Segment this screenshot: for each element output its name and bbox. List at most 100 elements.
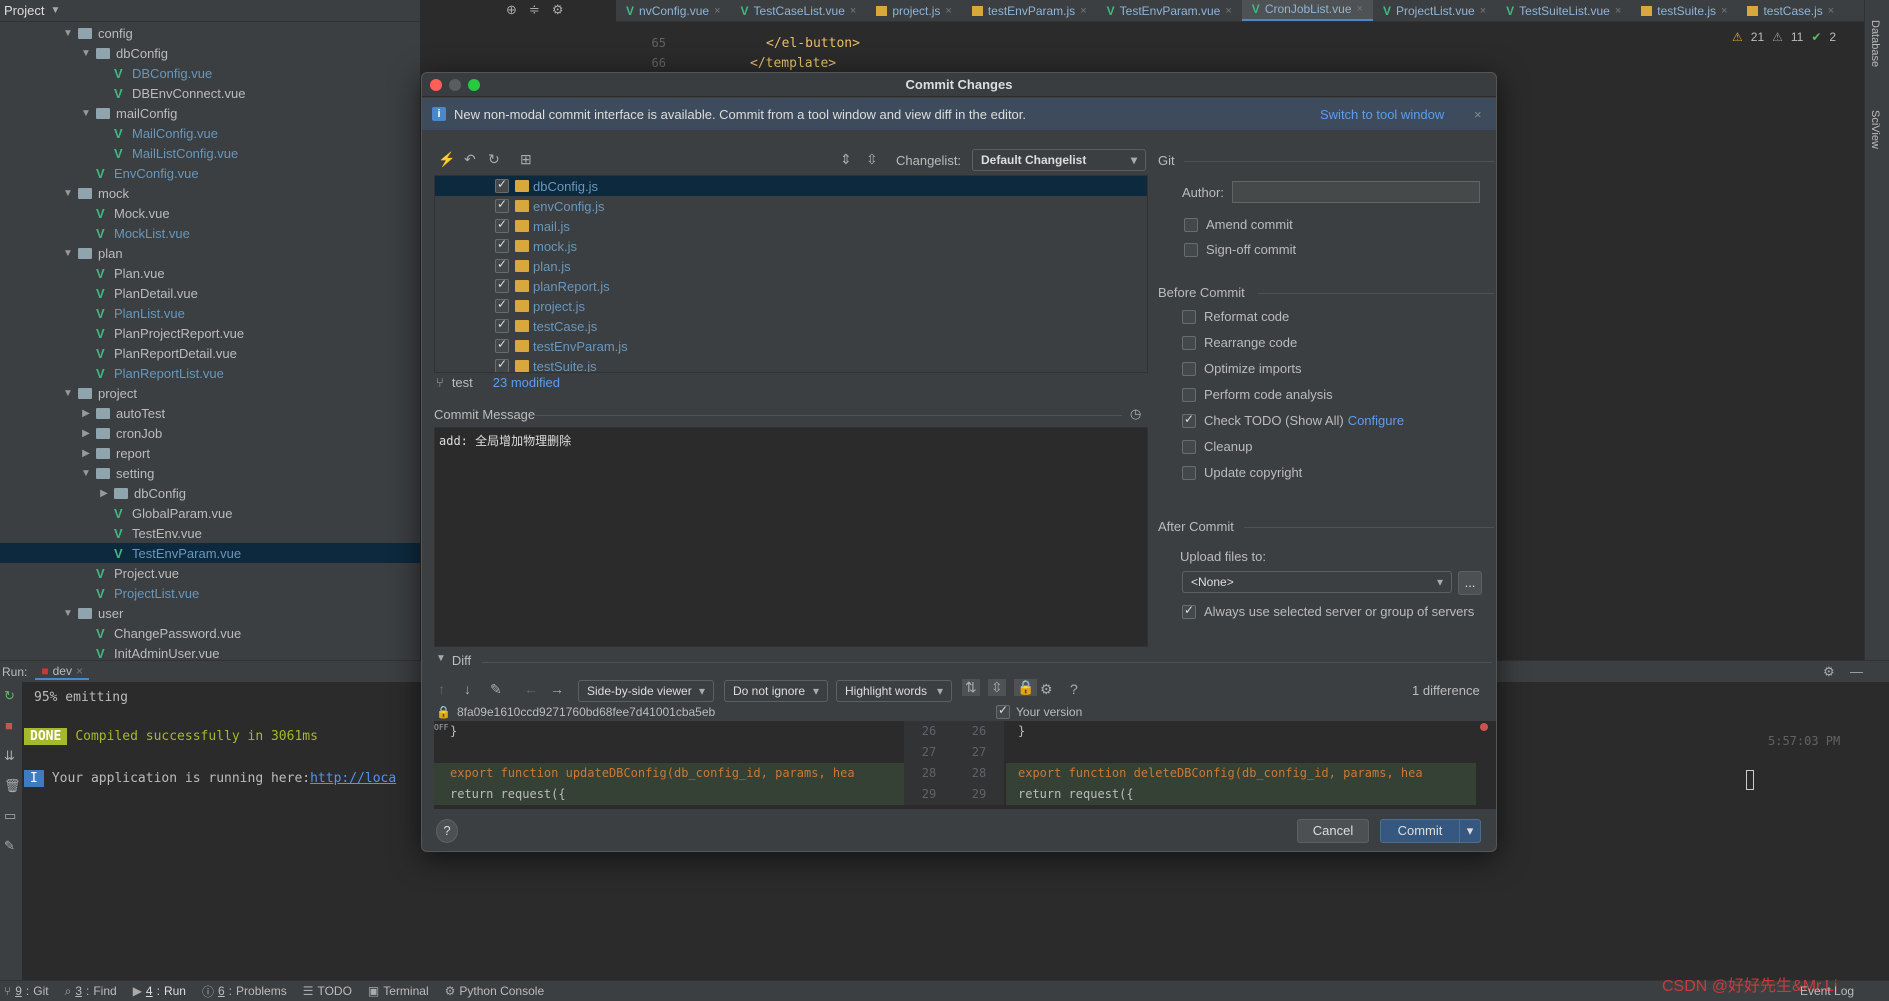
- close-icon[interactable]: ×: [714, 5, 720, 17]
- locate-icon[interactable]: ⊕: [506, 2, 517, 20]
- configure-link[interactable]: Configure: [1348, 413, 1404, 428]
- console-link[interactable]: http://loca: [310, 771, 396, 786]
- chevron-down-icon[interactable]: ▼: [62, 248, 74, 259]
- before-commit-option[interactable]: Cleanup: [1182, 439, 1252, 454]
- tree-item[interactable]: ▼ mailConfig: [0, 103, 420, 123]
- database-tool-button[interactable]: Database: [1869, 20, 1881, 67]
- chevron-right-icon[interactable]: ▶: [80, 428, 92, 439]
- lock-icon[interactable]: 🔒: [1014, 679, 1038, 696]
- checkbox[interactable]: [996, 703, 1010, 719]
- before-commit-option[interactable]: Perform code analysis: [1182, 387, 1333, 402]
- close-icon[interactable]: ×: [1828, 5, 1834, 17]
- arrow-down-icon[interactable]: ↓: [464, 681, 471, 697]
- before-commit-option[interactable]: Reformat code: [1182, 309, 1289, 324]
- close-icon[interactable]: ×: [1615, 5, 1621, 17]
- checkbox[interactable]: [1182, 309, 1196, 324]
- editor-tab[interactable]: V CronJobList.vue ×: [1241, 0, 1373, 21]
- changelist-select[interactable]: Default Changelist: [972, 149, 1146, 171]
- project-panel-header[interactable]: Project ▼: [0, 0, 420, 22]
- tool-window-button[interactable]: ▣ Terminal: [368, 984, 429, 998]
- tree-item[interactable]: V TestEnvParam.vue: [0, 543, 420, 563]
- checkbox[interactable]: [495, 237, 509, 253]
- checkbox[interactable]: [495, 277, 509, 293]
- changed-file-row[interactable]: testCase.js: [435, 316, 1147, 336]
- tree-item[interactable]: ▶ autoTest: [0, 403, 420, 423]
- chevron-down-icon[interactable]: ▼: [62, 188, 74, 199]
- chevron-right-icon[interactable]: ▶: [80, 408, 92, 419]
- checkbox[interactable]: [1182, 335, 1196, 350]
- upload-server-select[interactable]: <None>: [1182, 571, 1452, 593]
- checkbox[interactable]: [1182, 387, 1196, 402]
- checkbox[interactable]: [495, 317, 509, 333]
- changed-file-row[interactable]: mock.js: [435, 236, 1147, 256]
- editor-tab[interactable]: testEnvParam.js ×: [962, 0, 1097, 21]
- tree-item[interactable]: V DBConfig.vue: [0, 63, 420, 83]
- inspection-widget[interactable]: ⚠ 21 ⚠ 11 ✔ 2: [1732, 30, 1836, 44]
- editor-tab[interactable]: V ProjectList.vue ×: [1373, 0, 1496, 21]
- tree-item[interactable]: V Plan.vue: [0, 263, 420, 283]
- cancel-button[interactable]: Cancel: [1297, 819, 1369, 843]
- minimize-icon[interactable]: —: [1850, 664, 1863, 679]
- diff-icon[interactable]: ⚡: [438, 151, 455, 168]
- layout-icon[interactable]: ▭: [4, 808, 16, 824]
- error-icon[interactable]: [1480, 723, 1488, 731]
- scroll-icon[interactable]: ⇊: [4, 748, 15, 764]
- sync-scroll-icon[interactable]: ⇅: [962, 679, 980, 696]
- tree-item[interactable]: ▼ dbConfig: [0, 43, 420, 63]
- zoom-window-button[interactable]: [468, 79, 480, 91]
- edit-icon[interactable]: ✎: [490, 681, 502, 698]
- checkbox[interactable]: [495, 177, 509, 193]
- stop-icon[interactable]: ■: [5, 718, 13, 733]
- chevron-down-icon[interactable]: ▼: [80, 48, 92, 59]
- close-icon[interactable]: ×: [1357, 3, 1363, 15]
- chevron-right-icon[interactable]: ▶: [80, 448, 92, 459]
- delete-icon[interactable]: 🗑: [4, 778, 21, 794]
- tree-item[interactable]: V PlanReportList.vue: [0, 363, 420, 383]
- tree-item[interactable]: V GlobalParam.vue: [0, 503, 420, 523]
- changed-file-row[interactable]: plan.js: [435, 256, 1147, 276]
- tree-item[interactable]: ▼ project: [0, 383, 420, 403]
- close-icon[interactable]: ×: [945, 5, 951, 17]
- close-icon[interactable]: ×: [76, 664, 83, 678]
- checkbox[interactable]: [1182, 361, 1196, 376]
- tree-item[interactable]: ▼ user: [0, 603, 420, 623]
- chevron-down-icon[interactable]: ▼: [62, 608, 74, 619]
- tool-window-button[interactable]: ☰ TODO: [303, 984, 352, 998]
- rerun-icon[interactable]: ↻: [4, 688, 15, 704]
- tree-item[interactable]: V PlanProjectReport.vue: [0, 323, 420, 343]
- tree-item[interactable]: V Mock.vue: [0, 203, 420, 223]
- checkbox[interactable]: [495, 297, 509, 313]
- tree-item[interactable]: V EnvConfig.vue: [0, 163, 420, 183]
- editor-tab[interactable]: project.js ×: [866, 0, 961, 21]
- checkbox[interactable]: [495, 357, 509, 372]
- close-icon[interactable]: ×: [1474, 107, 1482, 122]
- amend-commit-checkbox[interactable]: Amend commit: [1184, 217, 1293, 232]
- switch-to-tool-window-link[interactable]: Switch to tool window: [1320, 107, 1444, 122]
- help-button[interactable]: ?: [436, 819, 458, 843]
- collapse-all-icon[interactable]: ⇳: [866, 151, 878, 168]
- highlight-select[interactable]: Highlight words: [836, 680, 952, 702]
- changed-file-row[interactable]: testSuite.js: [435, 356, 1147, 372]
- changed-file-row[interactable]: project.js: [435, 296, 1147, 316]
- chevron-down-icon[interactable]: ▼: [80, 108, 92, 119]
- before-commit-option[interactable]: Rearrange code: [1182, 335, 1297, 350]
- checkbox[interactable]: [495, 217, 509, 233]
- history-icon[interactable]: ◷: [1130, 406, 1141, 422]
- tree-item[interactable]: ▶ report: [0, 443, 420, 463]
- align-icon[interactable]: ⇳: [988, 679, 1006, 696]
- close-icon[interactable]: ×: [1080, 5, 1086, 17]
- commit-message-input[interactable]: add: 全局增加物理删除: [434, 427, 1148, 647]
- expand-all-icon[interactable]: ⇕: [840, 151, 852, 168]
- close-window-button[interactable]: [430, 79, 442, 91]
- tree-item[interactable]: V TestEnv.vue: [0, 523, 420, 543]
- tool-window-button[interactable]: ⚙ Python Console: [445, 984, 545, 998]
- close-icon[interactable]: ×: [1721, 5, 1727, 17]
- changed-file-row[interactable]: planReport.js: [435, 276, 1147, 296]
- arrow-left-icon[interactable]: ←: [524, 681, 538, 697]
- checkbox[interactable]: [495, 197, 509, 213]
- tree-item[interactable]: V MockList.vue: [0, 223, 420, 243]
- tool-window-button[interactable]: ⓘ 6: Problems: [202, 983, 287, 1000]
- tree-item[interactable]: ▶ dbConfig: [0, 483, 420, 503]
- modified-count[interactable]: 23 modified: [493, 375, 560, 390]
- changed-file-row[interactable]: testEnvParam.js: [435, 336, 1147, 356]
